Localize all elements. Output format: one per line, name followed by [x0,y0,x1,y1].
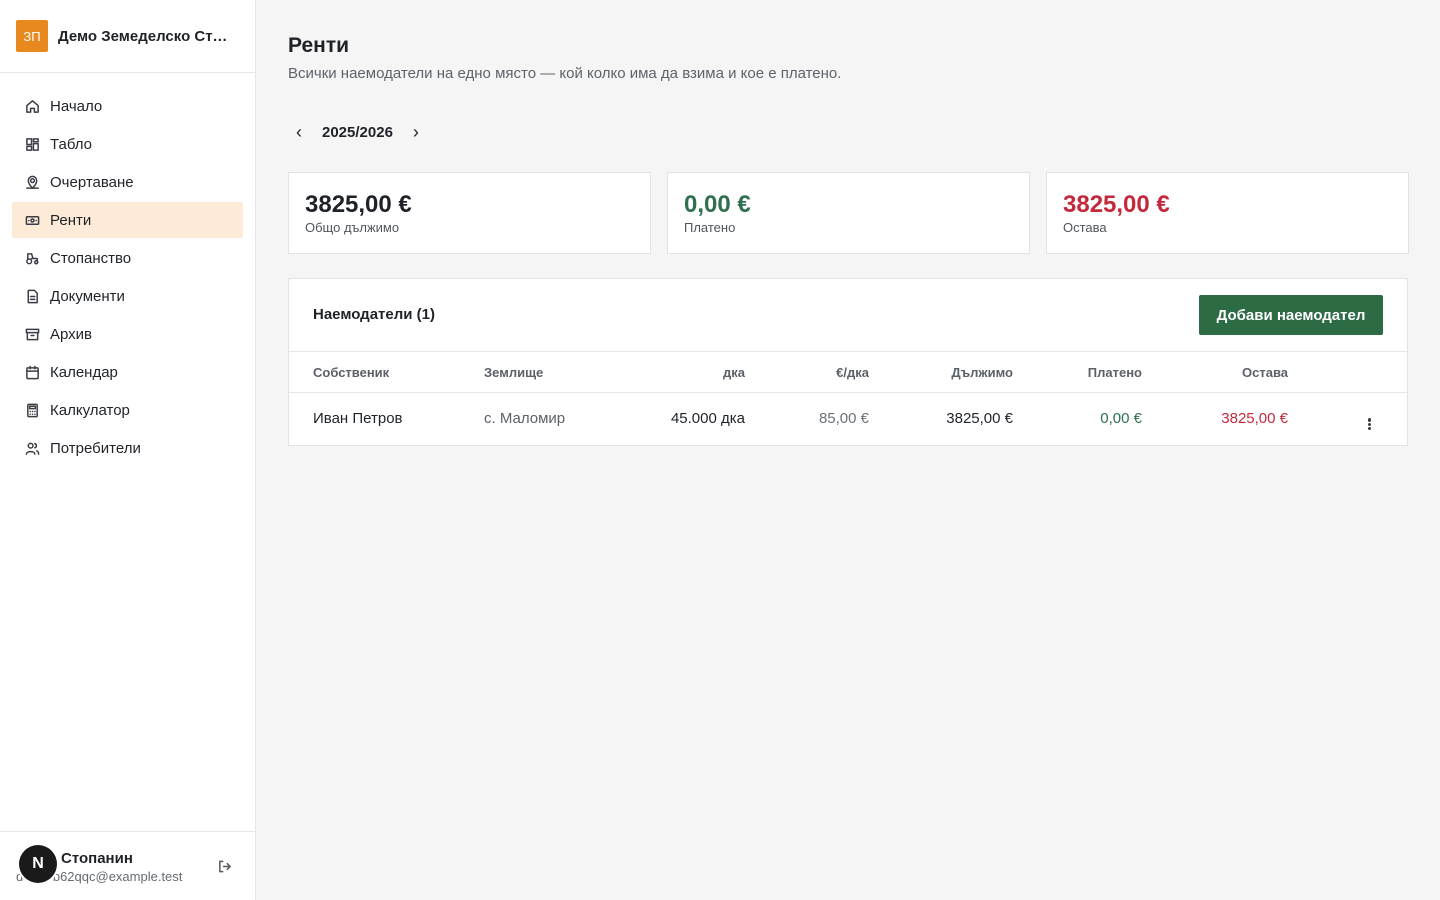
column-paid[interactable]: Платено [1088,365,1142,380]
sidebar-item-label: Документи [50,287,125,305]
cell-paid: 0,00 € [1100,410,1142,427]
sidebar-item-label: Табло [50,135,93,153]
page-title: Ренти [288,34,350,57]
sidebar-item-archive[interactable]: Архив [12,316,243,352]
table-row[interactable]: Иван Петров с. Маломир 45.000 дка 85,00 … [289,393,1407,445]
row-more-icon[interactable] [1359,409,1379,430]
sidebar-item-users[interactable]: Потребители [12,430,243,466]
sidebar-item-calculator[interactable]: Калкулатор [12,392,243,428]
sidebar-item-home[interactable]: Начало [12,88,243,124]
sidebar-nav: Начало Табло Очертаване Ренти Стопанство… [0,73,255,466]
sidebar-item-outline[interactable]: Очертаване [12,164,243,200]
cell-land: с. Маломир [484,410,566,427]
sidebar-item-label: Стопанство [50,249,132,267]
add-landlord-button[interactable]: Добави наемодател [1199,295,1383,335]
stat-total-due: 3825,00 € Общо дължимо [288,172,651,254]
map-pin-icon [24,174,40,190]
sidebar-item-label: Ренти [50,211,92,229]
table-header-bar: Наемодатели (1) Добави наемодател [289,279,1407,352]
sidebar-item-rents[interactable]: Ренти [12,202,243,238]
column-land[interactable]: Землище [484,365,543,380]
prev-season-button[interactable]: ‹ [288,121,310,143]
column-remaining[interactable]: Остава [1242,365,1288,380]
sidebar-item-label: Потребители [50,439,141,457]
column-rate[interactable]: €/дка [836,365,869,380]
sidebar-item-label: Калкулатор [50,401,130,419]
next-season-button[interactable]: › [405,121,427,143]
sidebar-item-label: Архив [50,325,93,343]
dev-badge[interactable]: N [19,845,57,883]
sidebar-item-dashboard[interactable]: Табло [12,126,243,162]
home-icon [24,98,40,114]
cell-remaining: 3825,00 € [1221,410,1288,427]
dashboard-icon [24,136,40,152]
banknote-icon [24,212,40,228]
page-subtitle: Всички наемодатели на едно място — кой к… [288,65,842,82]
table-head: Собственик Землище дка €/дка Дължимо Пла… [289,352,1407,393]
logout-icon[interactable] [217,859,233,875]
brand-header[interactable]: ЗП Демо Земеделско Стопанство [0,0,255,73]
column-dka[interactable]: дка [723,365,745,380]
sidebar: ЗП Демо Земеделско Стопанство Начало Таб… [0,0,256,900]
table-title: Наемодатели (1) [313,306,435,323]
season-switcher: ‹ 2025/2026 › [288,121,427,143]
user-profile[interactable]: Стопанин demo-b62qqc@example.test N [0,831,255,900]
calculator-icon [24,402,40,418]
stat-paid: 0,00 € Платено [667,172,1030,254]
calendar-icon [24,364,40,380]
users-icon [24,440,40,456]
season-label: 2025/2026 [322,123,393,141]
cell-owner: Иван Петров [313,410,403,427]
stat-value: 0,00 € [684,191,751,218]
archive-icon [24,326,40,342]
stat-label: Платено [684,220,736,235]
tractor-icon [24,250,40,266]
user-name: Стопанин [61,850,133,867]
landlords-table-card: Наемодатели (1) Добави наемодател Собств… [288,278,1408,446]
stat-remaining: 3825,00 € Остава [1046,172,1409,254]
brand-name: Демо Земеделско Стопанство [58,27,236,45]
stat-label: Остава [1063,220,1107,235]
cell-due: 3825,00 € [946,410,1013,427]
document-icon [24,288,40,304]
stat-label: Общо дължимо [305,220,400,235]
cell-rate: 85,00 € [818,410,869,427]
sidebar-item-farm[interactable]: Стопанство [12,240,243,276]
stat-value: 3825,00 € [1063,191,1170,218]
sidebar-item-label: Очертаване [50,173,134,191]
cell-dka: 45.000 дка [670,410,745,427]
sidebar-item-label: Календар [50,363,118,381]
sidebar-item-documents[interactable]: Документи [12,278,243,314]
summary-stats: 3825,00 € Общо дължимо 0,00 € Платено 38… [288,172,1409,254]
sidebar-item-label: Начало [50,97,103,115]
brand-logo: ЗП [16,20,48,52]
sidebar-item-calendar[interactable]: Календар [12,354,243,390]
stat-value: 3825,00 € [305,191,412,218]
column-due[interactable]: Дължимо [951,365,1013,380]
column-owner[interactable]: Собственик [313,365,389,380]
